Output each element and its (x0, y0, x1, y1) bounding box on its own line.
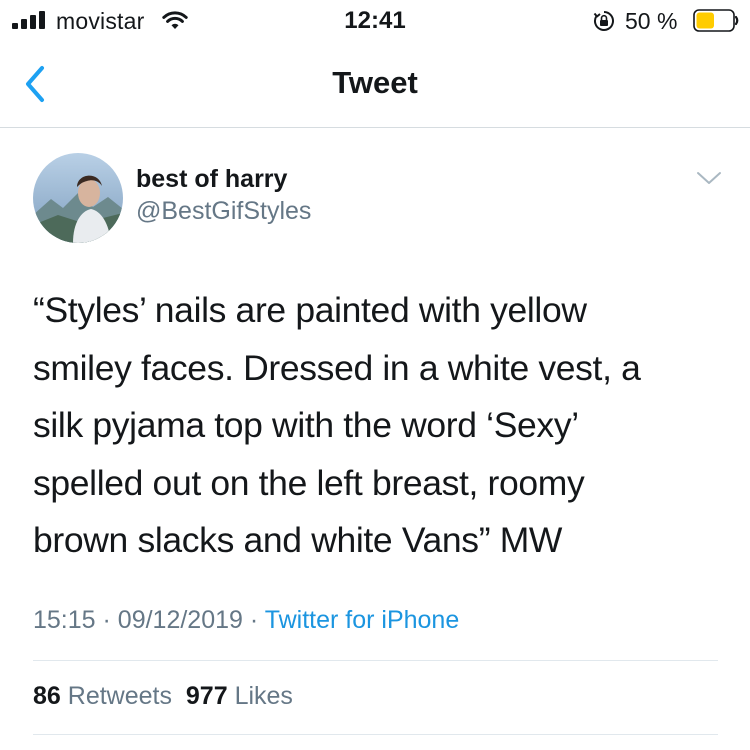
chevron-down-icon[interactable] (695, 168, 723, 188)
tweet-time: 15:15 (33, 606, 96, 634)
retweets-count: 86 (33, 682, 61, 710)
tweet-text-line: smiley faces. Dressed in a white vest, a (33, 347, 641, 388)
tweet-stats: 86 Retweets 977 Likes (33, 682, 293, 711)
tweet-text-line: spelled out on the left breast, roomy (33, 462, 585, 503)
tweet-text-line: silk pyjama top with the word ‘Sexy’ (33, 405, 579, 445)
status-bar: movistar 12:41 50 % (0, 0, 750, 42)
tweet-meta: 15:15 · 09/12/2019 · Twitter for iPhone (33, 606, 459, 635)
avatar-image (33, 153, 123, 243)
divider (33, 734, 718, 735)
meta-separator: · (249, 606, 259, 634)
tweet-date: 09/12/2019 (117, 606, 243, 634)
tweet-text-line: “Styles’ nails are painted with yellow (33, 290, 587, 330)
tweet-text: “Styles’ nails are painted with yellow s… (33, 282, 723, 570)
retweets-label: Retweets (67, 682, 172, 710)
author-display-name[interactable]: best of harry (136, 165, 287, 194)
tweet-text-line: brown slacks and white Vans” MW (33, 520, 563, 560)
battery-percent: 50 % (625, 8, 678, 34)
tweet-source-link[interactable]: Twitter for iPhone (265, 606, 460, 634)
nav-bar: Tweet (0, 42, 750, 128)
author-handle[interactable]: @BestGifStyles (136, 197, 311, 226)
meta-separator: · (102, 606, 111, 634)
retweets-stat[interactable]: 86 Retweets (33, 682, 172, 710)
battery-icon (693, 9, 739, 32)
likes-stat[interactable]: 977 Likes (186, 682, 293, 710)
avatar[interactable] (33, 153, 123, 243)
orientation-lock-icon (593, 11, 614, 31)
battery-level-fill (696, 12, 714, 29)
likes-count: 977 (185, 682, 228, 710)
likes-label: Likes (234, 682, 293, 710)
divider (33, 660, 718, 661)
page-title: Tweet (332, 65, 418, 100)
